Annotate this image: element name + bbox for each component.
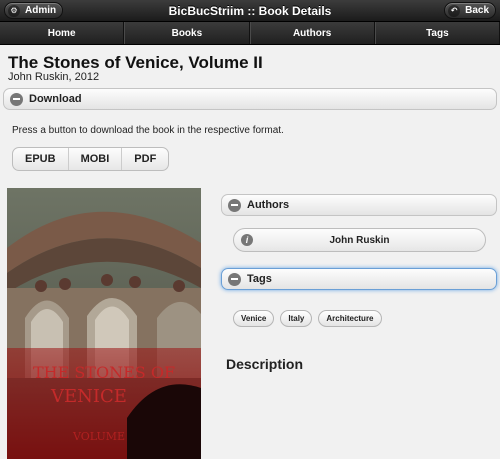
- download-header-label: Download: [29, 93, 82, 105]
- info-icon: i: [241, 234, 253, 246]
- cover-title-line2: VENICE: [50, 386, 127, 407]
- tag-venice[interactable]: Venice: [233, 310, 275, 327]
- back-button[interactable]: ↶ Back: [444, 2, 496, 19]
- authors-header-label: Authors: [247, 199, 290, 211]
- back-arrow-icon: ↶: [448, 4, 461, 17]
- cover-volume-label: VOLUME: [72, 430, 125, 443]
- nav-books[interactable]: Books: [124, 22, 250, 44]
- pdf-button[interactable]: PDF: [121, 148, 168, 170]
- minus-icon: [10, 92, 23, 106]
- back-label: Back: [465, 5, 489, 16]
- book-title: The Stones of Venice, Volume II: [8, 53, 263, 72]
- cover-title-line1: THE STONES OF: [33, 363, 175, 382]
- author-link-button[interactable]: i John Ruskin: [233, 228, 486, 252]
- tags-collapsible-header[interactable]: Tags: [221, 268, 497, 290]
- download-instructions: Press a button to download the book in t…: [12, 125, 284, 136]
- header-bar: ⚙ Admin BicBucStriim :: Book Details ↶ B…: [0, 0, 500, 22]
- page-title: BicBucStriim :: Book Details: [168, 4, 332, 18]
- nav-authors[interactable]: Authors: [249, 22, 375, 44]
- download-collapsible-header[interactable]: Download: [3, 88, 497, 110]
- download-format-buttons: EPUB MOBI PDF: [12, 147, 170, 171]
- nav-bar: Home Books Authors Tags: [0, 22, 500, 45]
- minus-icon: [228, 272, 241, 286]
- nav-home[interactable]: Home: [0, 22, 125, 44]
- epub-button[interactable]: EPUB: [13, 148, 68, 170]
- description-heading: Description: [226, 356, 304, 372]
- book-cover-image: THE STONES OF VENICE VOLUME: [7, 188, 201, 459]
- authors-collapsible-header[interactable]: Authors: [221, 194, 497, 216]
- nav-tags[interactable]: Tags: [374, 22, 500, 44]
- tag-list: Venice Italy Architecture: [233, 310, 382, 327]
- author-name: John Ruskin: [329, 234, 390, 246]
- mobi-button[interactable]: MOBI: [67, 148, 122, 170]
- tags-header-label: Tags: [247, 273, 272, 285]
- tag-architecture[interactable]: Architecture: [318, 310, 382, 327]
- minus-icon: [228, 198, 241, 212]
- tag-italy[interactable]: Italy: [280, 310, 313, 327]
- book-byline: John Ruskin, 2012: [8, 71, 100, 83]
